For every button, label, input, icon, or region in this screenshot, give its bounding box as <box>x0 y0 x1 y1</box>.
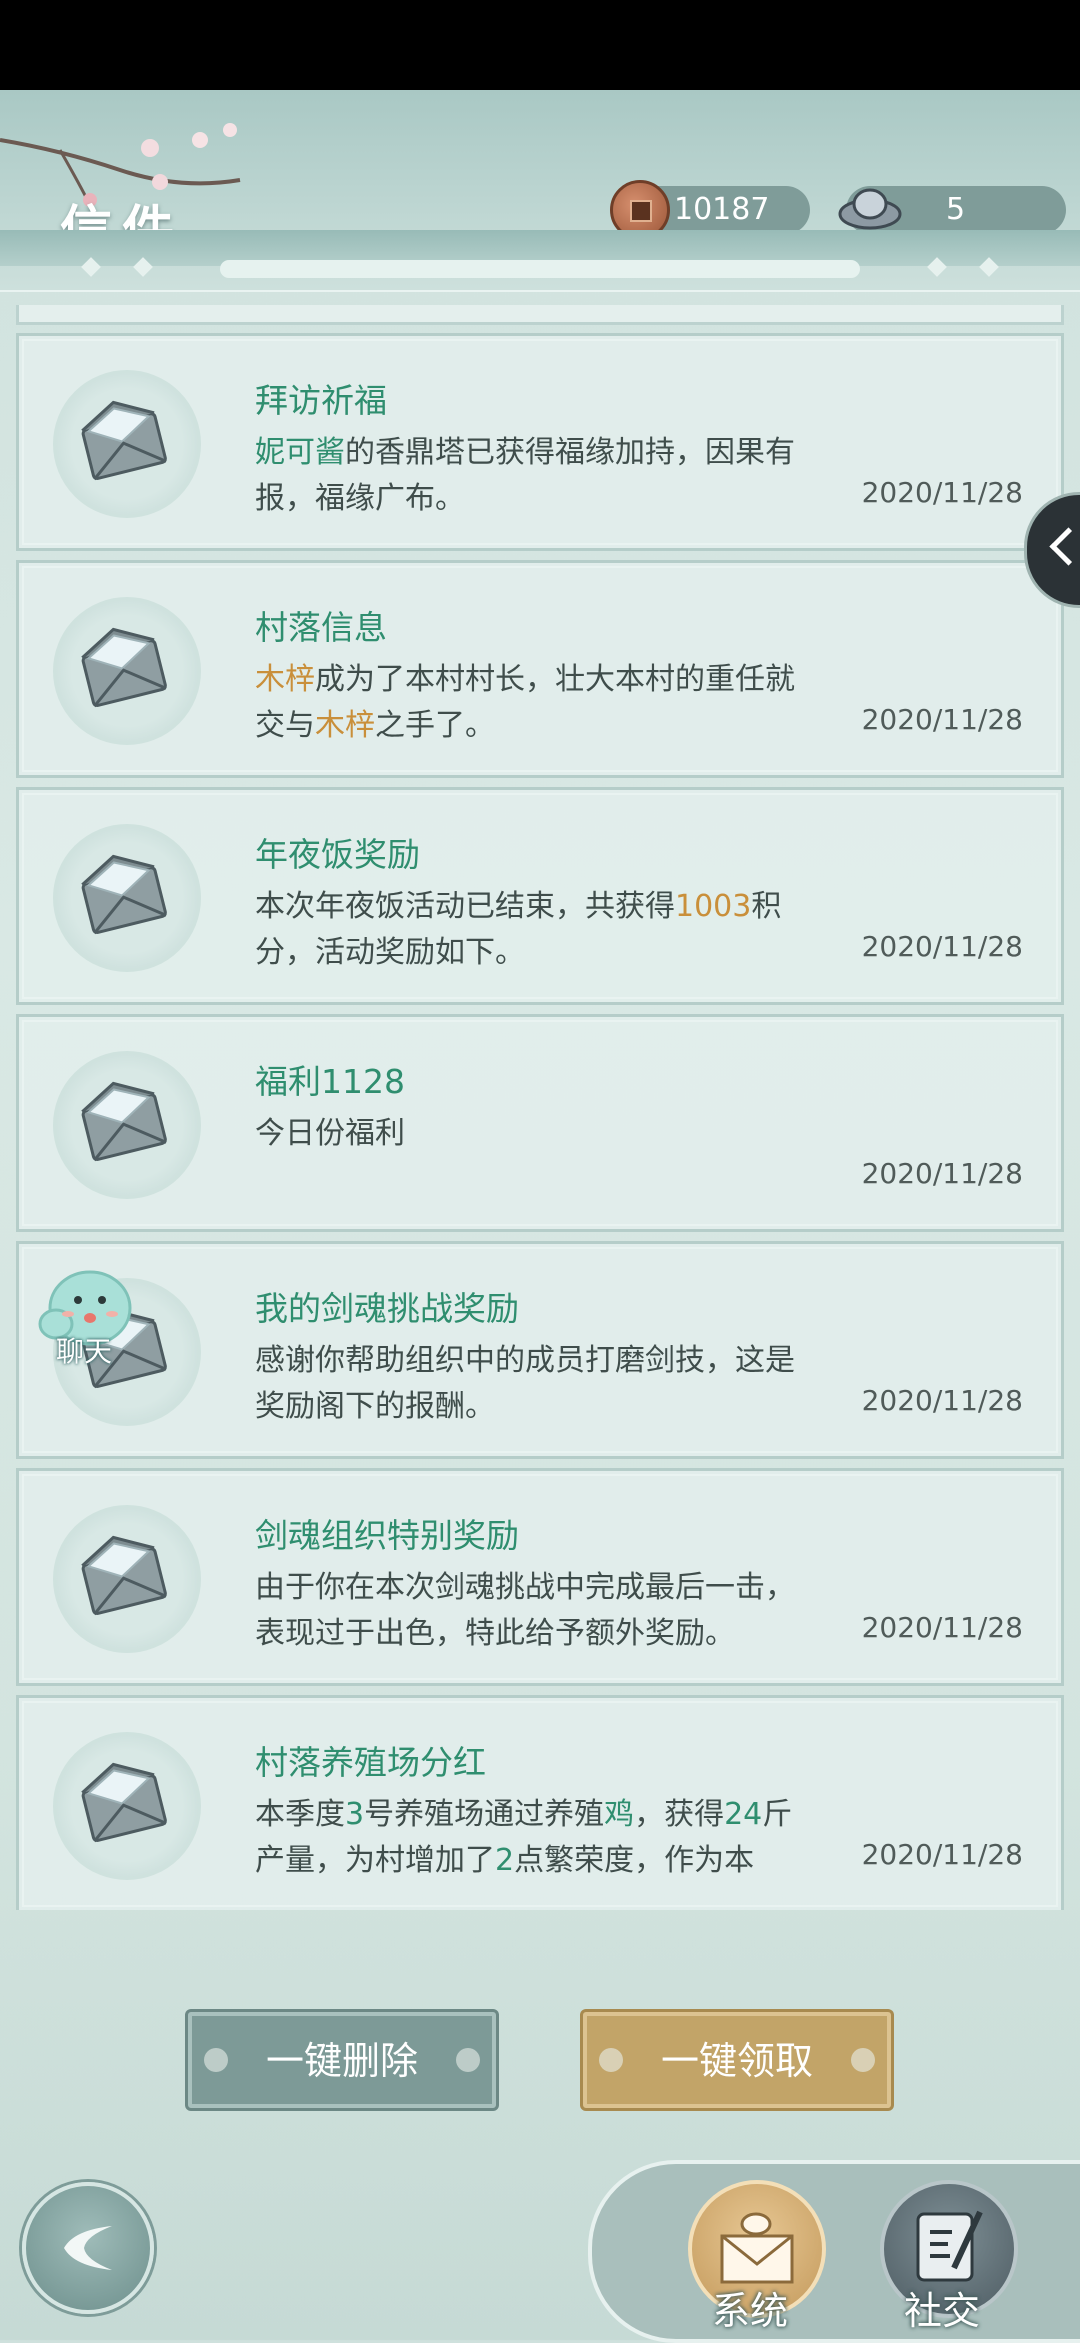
system-tab-label[interactable]: 系统 <box>712 2280 788 2335</box>
mail-date: 2020/11/28 <box>861 703 1023 736</box>
mail-body-highlight: 鸡 <box>604 1797 635 1832</box>
mail-icon-frame <box>53 597 201 745</box>
header: 信件 10187 5 <box>0 90 1080 292</box>
mail-item[interactable]: 拜访祈福妮可酱的香鼎塔已获得福缘加持，因果有报，福缘广布。 2020/11/28 <box>16 333 1064 551</box>
mail-body-highlight: 24 <box>724 1797 763 1832</box>
envelope-icon <box>81 400 167 481</box>
mail-body: 今日份福利 <box>255 1111 815 1157</box>
status-bar <box>0 0 1080 90</box>
mail-body-highlight: 木梓 <box>255 662 315 697</box>
mail-icon-frame <box>53 1732 201 1880</box>
coin-balance: 10187 <box>610 180 810 240</box>
claim-all-label: 一键领取 <box>660 2039 813 2083</box>
mail-body-text: 今日份福利 <box>255 1116 405 1151</box>
mail-title: 村落信息 <box>255 608 387 647</box>
mail-title: 福利1128 <box>255 1062 405 1101</box>
mail-list[interactable]: 拜访祈福 妮可酱的香鼎塔已获得福缘加持，因果有报，福缘广布。 2020/11/28 村… <box>16 305 1064 1910</box>
back-button[interactable] <box>22 2182 154 2314</box>
mail-date: 2020/11/28 <box>861 1384 1023 1417</box>
chat-label[interactable]: 聊天 <box>56 1330 112 1370</box>
mail-item[interactable]: 村落信息木梓成为了本村村长，壮大本村的重任就交与木梓之手了。 2020/11/28 <box>16 560 1064 778</box>
envelope-icon <box>81 854 167 935</box>
mail-body: 本次年夜饭活动已结束，共获得1003积分，活动奖励如下。 <box>255 884 815 976</box>
mail-title: 我的剑魂挑战奖励 <box>255 1289 519 1328</box>
mail-date: 2020/11/28 <box>861 1611 1023 1644</box>
mail-item[interactable]: 剑魂组织特别奖励由于你在本次剑魂挑战中完成最后一击，表现过于出色，特此给予额外奖… <box>16 1468 1064 1686</box>
mail-body-text: 本季度 <box>255 1797 345 1832</box>
mail-body-highlight: 3 <box>345 1797 365 1832</box>
mail-body-text: 感谢你帮助组织中的成员打磨剑技，这是奖励阁下的报酬。 <box>255 1343 795 1424</box>
delete-all-label: 一键删除 <box>265 2039 418 2083</box>
mail-icon-frame <box>53 824 201 972</box>
mail-date: 2020/11/28 <box>861 1157 1023 1190</box>
mail-item[interactable]: 福利1128 今日份福利 2020/11/28 <box>16 1014 1064 1232</box>
mail-body-highlight: 妮可酱 <box>255 435 345 470</box>
coin-amount: 10187 <box>674 192 770 227</box>
mail-body-text: 本次年夜饭活动已结束，共获得 <box>255 889 675 924</box>
envelope-icon <box>81 1535 167 1616</box>
mail-body: 本季度3号养殖场通过养殖鸡，获得24斤产量，为村增加了2点繁荣度，作为本 <box>255 1792 815 1884</box>
envelope-icon <box>81 1081 167 1162</box>
mail-date: 2020/11/28 <box>861 1838 1023 1871</box>
mail-body-text: 由于你在本次剑魂挑战中完成最后一击，表现过于出色，特此给予额外奖励。 <box>255 1570 795 1651</box>
flower-ornament-icon <box>204 2048 228 2072</box>
flower-ornament-icon <box>599 2048 623 2072</box>
claim-all-button[interactable]: 一键领取 <box>583 2012 891 2108</box>
mail-body: 木梓成为了本村村长，壮大本村的重任就交与木梓之手了。 <box>255 657 815 749</box>
silver-ingot-icon <box>838 188 902 230</box>
mail-body: 感谢你帮助组织中的成员打磨剑技，这是奖励阁下的报酬。 <box>255 1338 815 1430</box>
mail-body-text: ，获得 <box>634 1797 725 1832</box>
mail-body: 由于你在本次剑魂挑战中完成最后一击，表现过于出色，特此给予额外奖励。 <box>255 1565 815 1657</box>
mail-icon-frame <box>53 1505 201 1653</box>
ingot-amount: 5 <box>946 192 966 227</box>
mail-item[interactable]: 我的剑魂挑战奖励感谢你帮助组织中的成员打磨剑技，这是奖励阁下的报酬。 2020/1… <box>16 1241 1064 1459</box>
mail-item[interactable]: 年夜饭奖励本次年夜饭活动已结束，共获得1003积分，活动奖励如下。 2020/11… <box>16 787 1064 1005</box>
mail-title: 村落养殖场分红 <box>255 1743 486 1782</box>
mail-title: 剑魂组织特别奖励 <box>255 1516 519 1555</box>
mail-item-partial <box>16 305 1064 325</box>
mail-body-highlight: 1003 <box>675 889 752 924</box>
mail-body-highlight: 2 <box>495 1843 515 1878</box>
envelope-icon <box>81 627 167 708</box>
mail-icon-frame <box>53 370 201 518</box>
mail-body-text: 号养殖场通过养殖 <box>364 1797 605 1832</box>
mail-item[interactable]: 村落养殖场分红 本季度3号养殖场通过养殖鸡，获得24斤产量，为村增加了2点繁荣度，… <box>16 1695 1064 1910</box>
envelope-icon <box>81 1762 167 1843</box>
mail-title: 拜访祈福 <box>255 381 387 420</box>
mail-body-text: 之手了。 <box>375 708 495 743</box>
mail-date: 2020/11/28 <box>861 930 1023 963</box>
social-tab-label[interactable]: 社交 <box>904 2280 980 2335</box>
mail-icon-frame <box>53 1051 201 1199</box>
back-arrow-icon <box>64 2226 112 2270</box>
delete-all-button[interactable]: 一键删除 <box>188 2012 496 2108</box>
flower-ornament-icon <box>851 2048 875 2072</box>
mail-body-text: 点繁荣度，作为本 <box>514 1843 755 1878</box>
header-band-light <box>220 260 860 278</box>
mail-body-highlight: 木梓 <box>315 708 375 743</box>
mail-date: 2020/11/28 <box>861 476 1023 509</box>
mail-title: 年夜饭奖励 <box>255 835 420 874</box>
ingot-balance: 5 <box>838 186 1066 234</box>
mail-body: 妮可酱的香鼎塔已获得福缘加持，因果有报，福缘广布。 <box>255 430 815 522</box>
flower-ornament-icon <box>456 2048 480 2072</box>
